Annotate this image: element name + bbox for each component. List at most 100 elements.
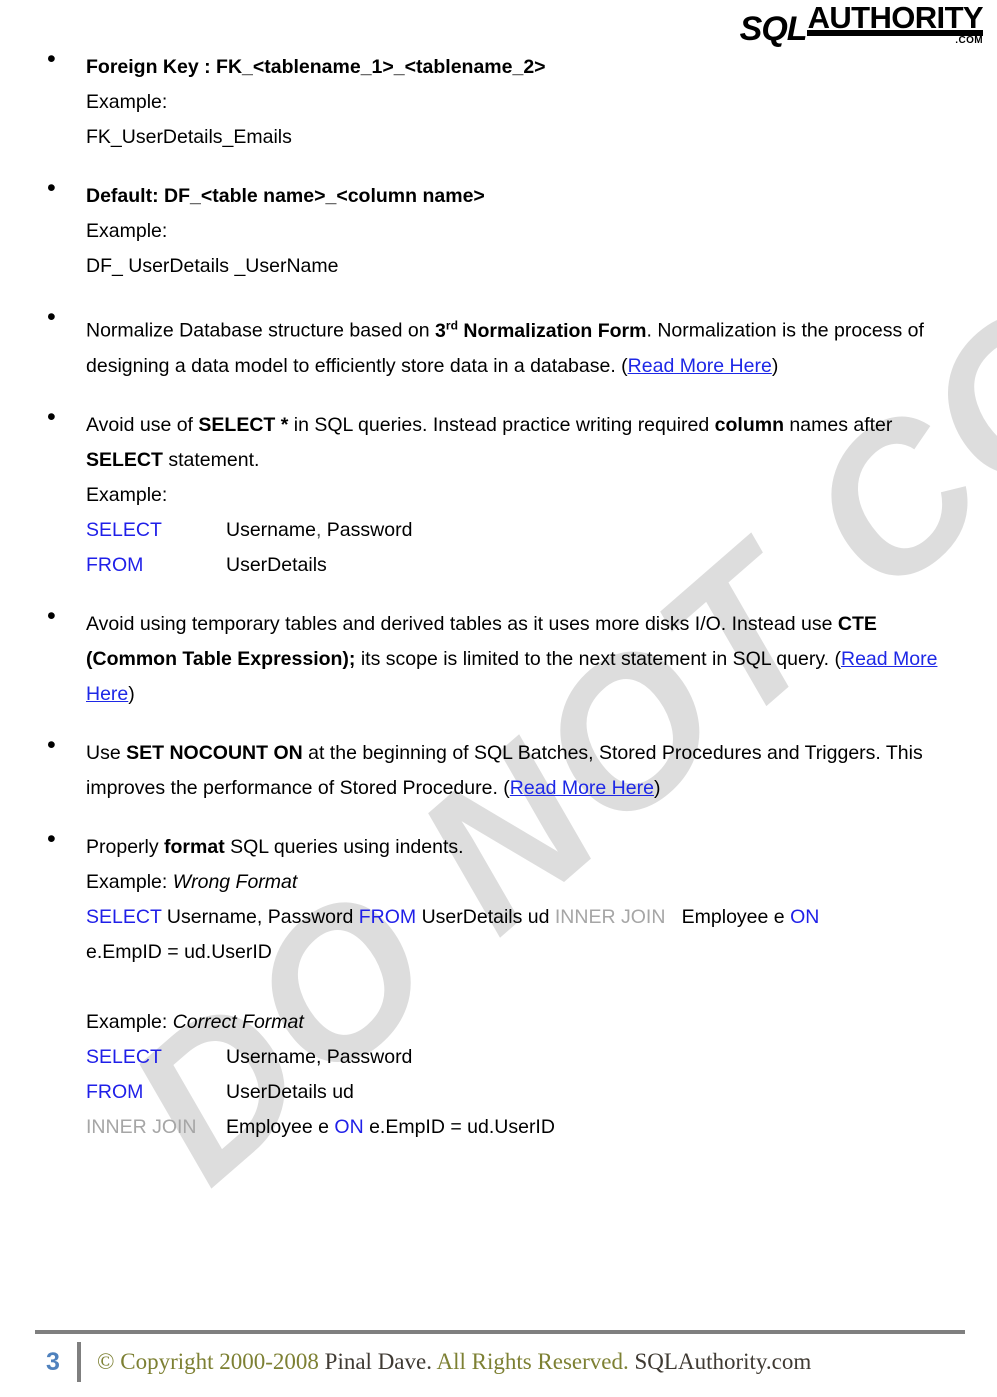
wrong-format-code-line-2: e.EmpID = ud.UserID xyxy=(86,940,272,963)
text-segment: ) xyxy=(771,354,779,377)
list-item: Foreign Key : FK_<tablename_1>_<tablenam… xyxy=(0,46,997,155)
item-paragraph: Avoid using temporary tables and derived… xyxy=(86,607,997,712)
text-segment: UserDetails ud xyxy=(416,905,555,928)
bold-segment: format xyxy=(164,835,225,858)
code-line: SELECT Username, Password xyxy=(86,1040,997,1075)
text-segment: Normalize Database structure based on xyxy=(86,319,436,342)
item-paragraph: Use SET NOCOUNT ON at the beginning of S… xyxy=(86,736,997,806)
bold-segment: column xyxy=(714,413,784,436)
text-segment: Properly xyxy=(86,835,165,858)
sql-column-list: Username, Password xyxy=(226,513,997,548)
item-title: Default: DF_<table name>_<column name> xyxy=(86,179,997,214)
example-value: FK_UserDetails_Emails xyxy=(86,126,292,148)
normalization-form-label: Normalization Form xyxy=(457,319,647,342)
page-header: SQL AUTHORITY .COM xyxy=(740,2,984,46)
bold-segment: SELECT * xyxy=(198,413,289,436)
text-segment: Example: xyxy=(86,1010,173,1033)
list-item: Avoid using temporary tables and derived… xyxy=(0,603,997,712)
list-item: Normalize Database structure based on 3r… xyxy=(0,304,997,384)
logo-com-text: .COM xyxy=(955,35,983,46)
item-paragraph: Normalize Database structure based on 3r… xyxy=(86,308,997,384)
sql-keyword-on: ON xyxy=(790,905,820,928)
code-line: FROM UserDetails xyxy=(86,548,997,583)
read-more-here-link[interactable]: Read More Here xyxy=(628,355,772,377)
code-line: FROM UserDetails ud xyxy=(86,1075,997,1110)
list-item: Avoid use of SELECT * in SQL queries. In… xyxy=(0,404,997,583)
logo-authority-text: AUTHORITY xyxy=(807,0,984,35)
item-title-prefix: Default: xyxy=(86,185,164,207)
read-more-here-link[interactable]: Read More Here xyxy=(510,777,654,799)
sql-keyword-from: FROM xyxy=(358,905,417,928)
guidelines-list: Foreign Key : FK_<tablename_1>_<tablenam… xyxy=(0,46,997,1145)
copyright-years: © Copyright 2000-2008 xyxy=(97,1349,325,1374)
logo-authority-group: AUTHORITY .COM xyxy=(806,0,984,46)
item-title-prefix: Foreign Key : xyxy=(86,56,217,78)
text-segment: Username, Password xyxy=(161,905,359,928)
bold-segment: SELECT xyxy=(86,448,163,471)
text-segment: ) xyxy=(653,776,661,799)
sql-table-name: UserDetails xyxy=(226,553,327,576)
text-segment: SQL queries using indents. xyxy=(224,835,464,858)
document-page: SQL AUTHORITY .COM Foreign Key : FK_<tab… xyxy=(0,0,997,1397)
item-paragraph: Properly format SQL queries using indent… xyxy=(86,830,997,865)
footer-content: 3 © Copyright 2000-2008 Pinal Dave. All … xyxy=(35,1341,811,1383)
footer-divider-rule xyxy=(35,1330,965,1334)
sql-keyword-from: FROM xyxy=(86,1080,144,1103)
item-title: Foreign Key : FK_<tablename_1>_<tablenam… xyxy=(86,50,997,85)
item-title-rest: DF_<table name>_<column name> xyxy=(164,185,485,207)
page-number: 3 xyxy=(46,1348,60,1376)
example-label: Example: xyxy=(86,483,168,506)
page-footer: 3 © Copyright 2000-2008 Pinal Dave. All … xyxy=(0,1317,997,1397)
bold-segment: 3rd Normalization Form xyxy=(435,318,647,342)
text-segment: Use xyxy=(86,741,127,764)
copyright-text: © Copyright 2000-2008 Pinal Dave. All Ri… xyxy=(97,1344,811,1380)
sql-keyword-select: SELECT xyxy=(86,518,162,541)
italic-segment: Correct Format xyxy=(172,1010,304,1033)
sql-join-condition: Employee e ON e.EmpID = ud.UserID xyxy=(226,1110,997,1145)
normal-form-number: 3 xyxy=(435,319,446,342)
text-segment: Example: xyxy=(86,870,173,893)
text-segment: Username xyxy=(226,518,316,541)
text-segment: statement. xyxy=(162,448,260,471)
sql-keyword-on: ON xyxy=(334,1115,364,1138)
wrong-example-label: Example: Wrong Format xyxy=(86,865,997,900)
sqlauthority-logo: SQL AUTHORITY .COM xyxy=(739,0,984,48)
page-content: Foreign Key : FK_<tablename_1>_<tablenam… xyxy=(0,46,997,1145)
text-segment: Employee e xyxy=(226,1115,335,1138)
correct-example-label: Example: Correct Format xyxy=(86,1005,997,1040)
italic-segment: Wrong Format xyxy=(172,870,298,893)
bold-segment: SET NOCOUNT ON xyxy=(126,741,303,764)
text-segment: Avoid use of xyxy=(86,413,199,436)
text-segment: Employee e xyxy=(665,905,791,928)
example-label: Example: xyxy=(86,220,168,242)
copyright-author: Pinal Dave. xyxy=(324,1349,437,1374)
example-value: DF_ UserDetails _UserName xyxy=(86,255,339,277)
text-segment: Password xyxy=(321,518,413,541)
text-segment: its scope is limited to the next stateme… xyxy=(355,647,841,670)
wrong-format-code-line-1: SELECT Username, Password FROM UserDetai… xyxy=(86,900,997,935)
text-segment: e.EmpID = ud.UserID xyxy=(363,1115,555,1138)
sql-keyword-inner-join: INNER JOIN xyxy=(86,1115,197,1138)
text-segment: Avoid using temporary tables and derived… xyxy=(86,612,838,635)
list-item: Use SET NOCOUNT ON at the beginning of S… xyxy=(0,732,997,806)
list-item: Default: DF_<table name>_<column name> E… xyxy=(0,175,997,284)
text-segment: names after xyxy=(784,413,893,436)
sql-keyword-from: FROM xyxy=(86,553,144,576)
sql-keyword-select: SELECT xyxy=(86,905,162,928)
sql-keyword-select: SELECT xyxy=(86,1045,162,1068)
ordinal-suffix: rd xyxy=(445,318,458,332)
sql-column-list: Username, Password xyxy=(226,1045,413,1068)
logo-sql-text: SQL xyxy=(739,10,808,48)
item-title-rest: FK_<tablename_1>_<tablename_2> xyxy=(216,56,546,78)
sql-table-name: UserDetails ud xyxy=(226,1080,354,1103)
rights-reserved: All Rights Reserved. xyxy=(436,1349,635,1374)
example-label: Example: xyxy=(86,91,168,113)
code-line: SELECT Username, Password xyxy=(86,513,997,548)
site-name: SQLAuthority.com xyxy=(634,1349,812,1374)
footer-vertical-divider xyxy=(77,1342,81,1382)
item-paragraph: Avoid use of SELECT * in SQL queries. In… xyxy=(86,408,997,478)
sql-keyword-inner-join: INNER JOIN xyxy=(554,905,666,928)
text-segment: in SQL queries. Instead practice writing… xyxy=(288,413,715,436)
list-item: Properly format SQL queries using indent… xyxy=(0,826,997,1145)
